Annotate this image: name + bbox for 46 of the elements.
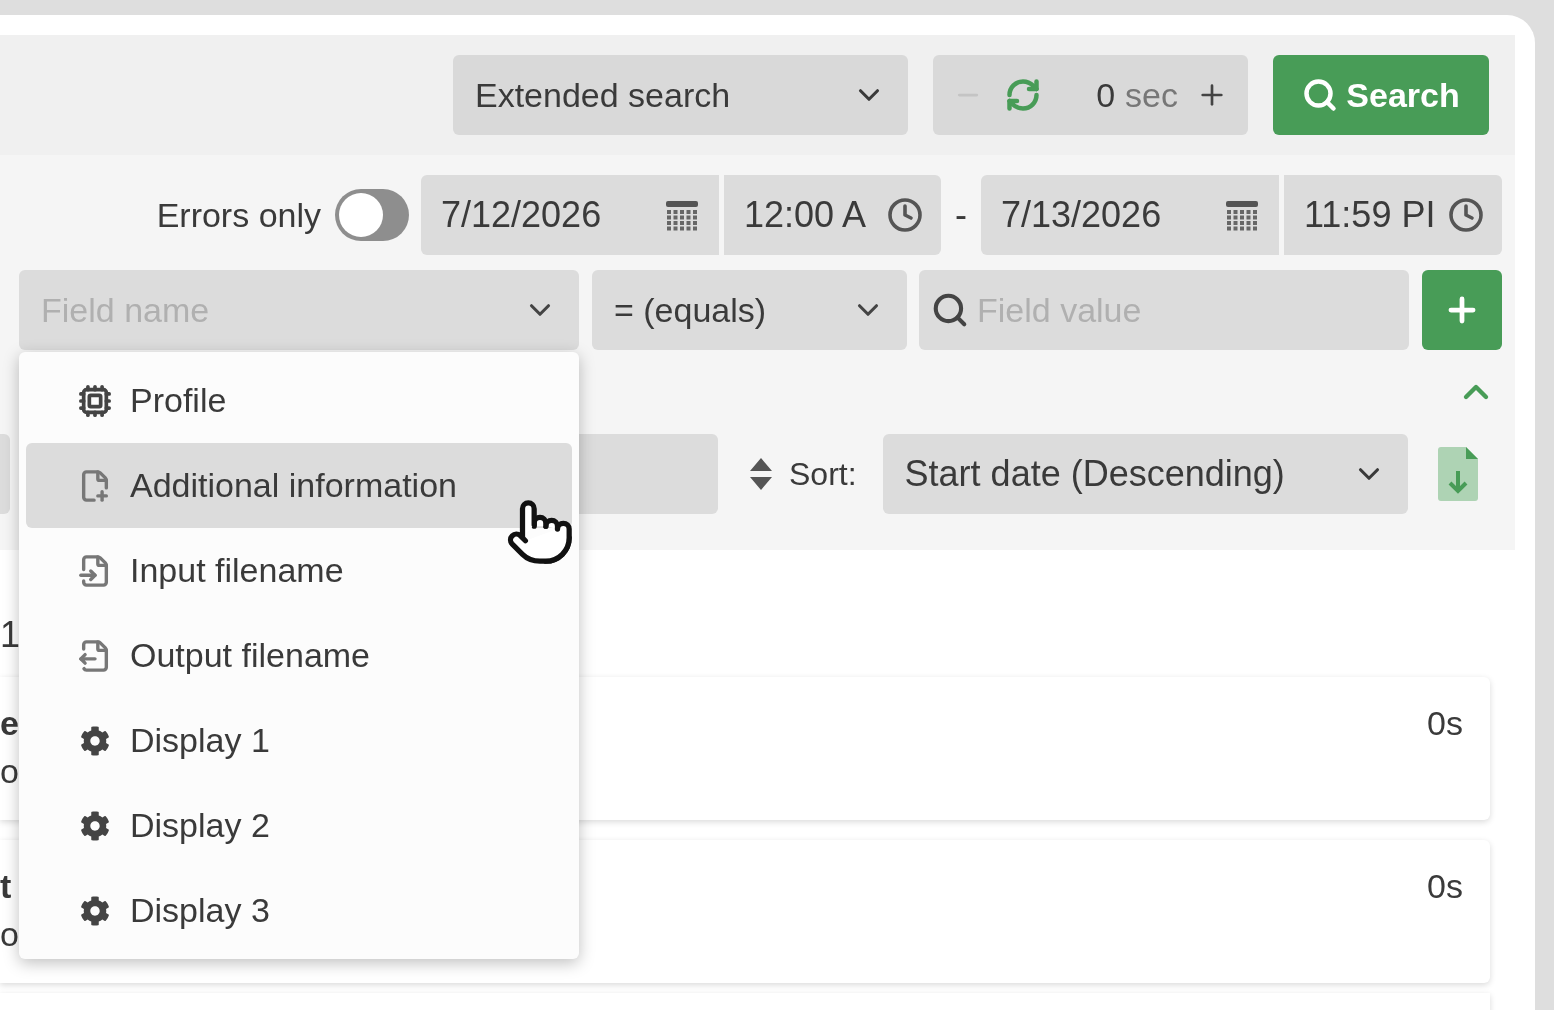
operator-select[interactable]: = (equals) [592,270,907,350]
search-icon [931,291,969,329]
result-subtitle: o [0,751,19,791]
end-time-field[interactable]: 11:59 PI [1284,175,1502,255]
text-input[interactable] [0,434,10,514]
menu-item[interactable]: Input filename [26,528,572,613]
refresh-icon[interactable] [1005,77,1041,113]
result-title: e [0,703,19,743]
clock-icon [1448,197,1484,233]
mode-select[interactable]: Extended search [453,55,908,135]
errors-only-toggle[interactable] [335,189,409,241]
menu-item[interactable]: Display 1 [26,698,572,783]
calendar-icon [665,198,699,232]
gear-icon [80,725,110,756]
clock-icon [887,197,923,233]
download-file-icon[interactable] [1437,447,1478,501]
calendar-icon [1225,198,1259,232]
gear-icon [80,810,110,841]
menu-item-label: Display 1 [130,720,270,761]
search-icon [1302,77,1339,113]
sort-select[interactable]: Start date (Descending) [882,434,1408,514]
sort-icon [749,457,773,491]
menu-item[interactable]: Profile [26,358,572,443]
gear-icon [80,895,110,926]
add-filter-button[interactable] [1422,270,1502,350]
errors-only-label: Errors only [156,194,321,236]
start-date-field[interactable]: 7/12/2026 [421,175,719,255]
menu-item[interactable]: Additional information [26,443,572,528]
result-title: t [0,866,12,906]
range-separator: - [955,193,967,237]
result-duration: 0s [1427,703,1464,744]
menu-item-label: Profile [130,380,227,421]
menu-item-label: Input filename [130,550,344,591]
menu-item-label: Output filename [130,635,371,676]
result-duration: 0s [1427,866,1464,907]
start-time-field[interactable]: 12:00 A [724,175,941,255]
result-subtitle: o [0,914,19,954]
chip-icon [78,383,112,418]
menu-item[interactable]: Display 3 [26,868,572,953]
menu-item-label: Display 3 [130,890,270,931]
refresh-value: 0 [1096,74,1116,116]
end-date-field[interactable]: 7/13/2026 [981,175,1279,255]
menu-item-label: Additional information [130,465,457,506]
refresh-unit: sec [1125,74,1178,116]
sort-label: Sort: [789,455,857,494]
result-heading: 1 [0,615,21,655]
